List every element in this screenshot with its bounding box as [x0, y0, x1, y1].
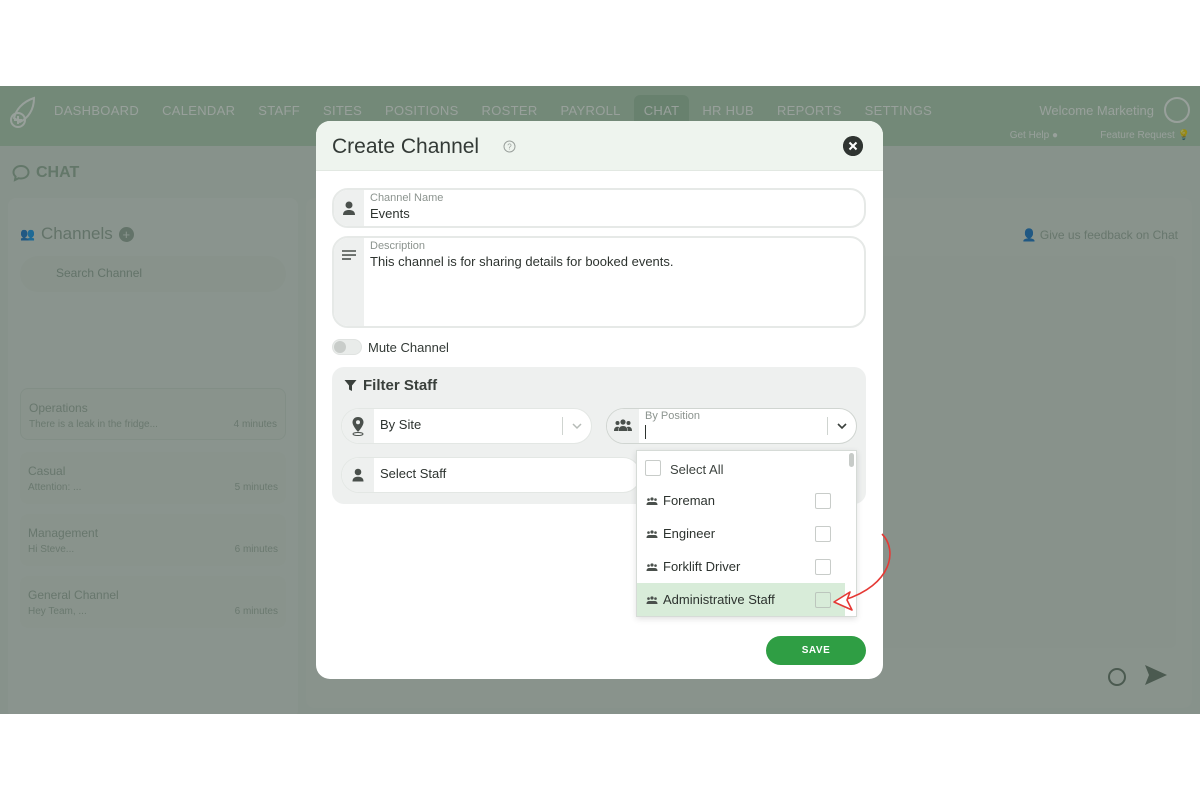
- dropdown-scrollbar[interactable]: [849, 453, 854, 467]
- select-icon-box: [607, 409, 639, 443]
- chevron-down-icon: [572, 423, 582, 430]
- help-circle-icon[interactable]: ?: [503, 140, 516, 153]
- position-option-label: Forklift Driver: [663, 559, 741, 574]
- location-pin-icon: [352, 417, 364, 436]
- chat-input-icons: [1108, 660, 1168, 691]
- select-icon-box: [342, 409, 374, 443]
- filter-staff-title: Filter Staff: [344, 377, 437, 394]
- mute-channel-toggle[interactable]: [332, 339, 362, 355]
- position-option-label: Administrative Staff: [663, 592, 775, 607]
- send-icon[interactable]: [1144, 664, 1168, 686]
- by-position-select[interactable]: By Position: [606, 408, 857, 444]
- mute-channel-row: Mute Channel: [332, 339, 449, 355]
- channel-name-field[interactable]: Channel Name Events: [332, 188, 866, 228]
- position-option-checkbox[interactable]: [815, 493, 831, 509]
- group-icon: [646, 530, 658, 538]
- select-separator: [827, 417, 828, 435]
- select-staff-select[interactable]: Select Staff: [341, 457, 641, 493]
- select-separator: [562, 417, 563, 435]
- by-position-label: By Position: [645, 410, 701, 422]
- by-site-text: By Site: [380, 417, 422, 432]
- annotation-arrow-icon: [833, 533, 891, 611]
- person-icon: [352, 468, 364, 482]
- group-icon: [614, 419, 632, 431]
- position-option-label: Foreman: [663, 493, 716, 508]
- filter-funnel-icon: [344, 380, 357, 391]
- group-icon: [646, 497, 658, 505]
- channel-name-value: Events: [370, 206, 410, 221]
- description-value: This channel is for sharing details for …: [370, 254, 674, 269]
- field-icon-box: [334, 190, 364, 226]
- modal-title: Create Channel: [332, 135, 480, 158]
- select-all-checkbox[interactable]: [645, 460, 661, 476]
- text-cursor: [645, 425, 646, 439]
- description-field[interactable]: Description This channel is for sharing …: [332, 236, 866, 328]
- emoji-icon[interactable]: [1108, 668, 1126, 686]
- select-icon-box: [342, 458, 374, 492]
- close-icon[interactable]: [843, 136, 863, 156]
- select-staff-text: Select Staff: [380, 466, 447, 481]
- position-option-highlighted[interactable]: Administrative Staff: [637, 583, 845, 616]
- select-all-label[interactable]: Select All: [670, 462, 723, 477]
- person-icon: [343, 201, 355, 215]
- position-option[interactable]: Forklift Driver: [637, 550, 845, 583]
- channel-name-label: Channel Name: [370, 192, 444, 204]
- position-option[interactable]: Engineer: [637, 517, 845, 550]
- chevron-down-icon: [837, 423, 847, 430]
- field-icon-box: [334, 238, 364, 326]
- position-option[interactable]: Foreman: [637, 484, 845, 517]
- filter-staff-title-text: Filter Staff: [363, 377, 438, 394]
- text-lines-icon: [342, 250, 356, 260]
- group-icon: [646, 563, 658, 571]
- by-site-select[interactable]: By Site: [341, 408, 592, 444]
- mute-channel-label: Mute Channel: [368, 339, 449, 355]
- group-icon: [646, 596, 658, 604]
- save-button[interactable]: SAVE: [766, 636, 866, 665]
- description-label: Description: [370, 240, 426, 252]
- svg-text:?: ?: [507, 143, 512, 152]
- position-option-label: Engineer: [663, 526, 716, 541]
